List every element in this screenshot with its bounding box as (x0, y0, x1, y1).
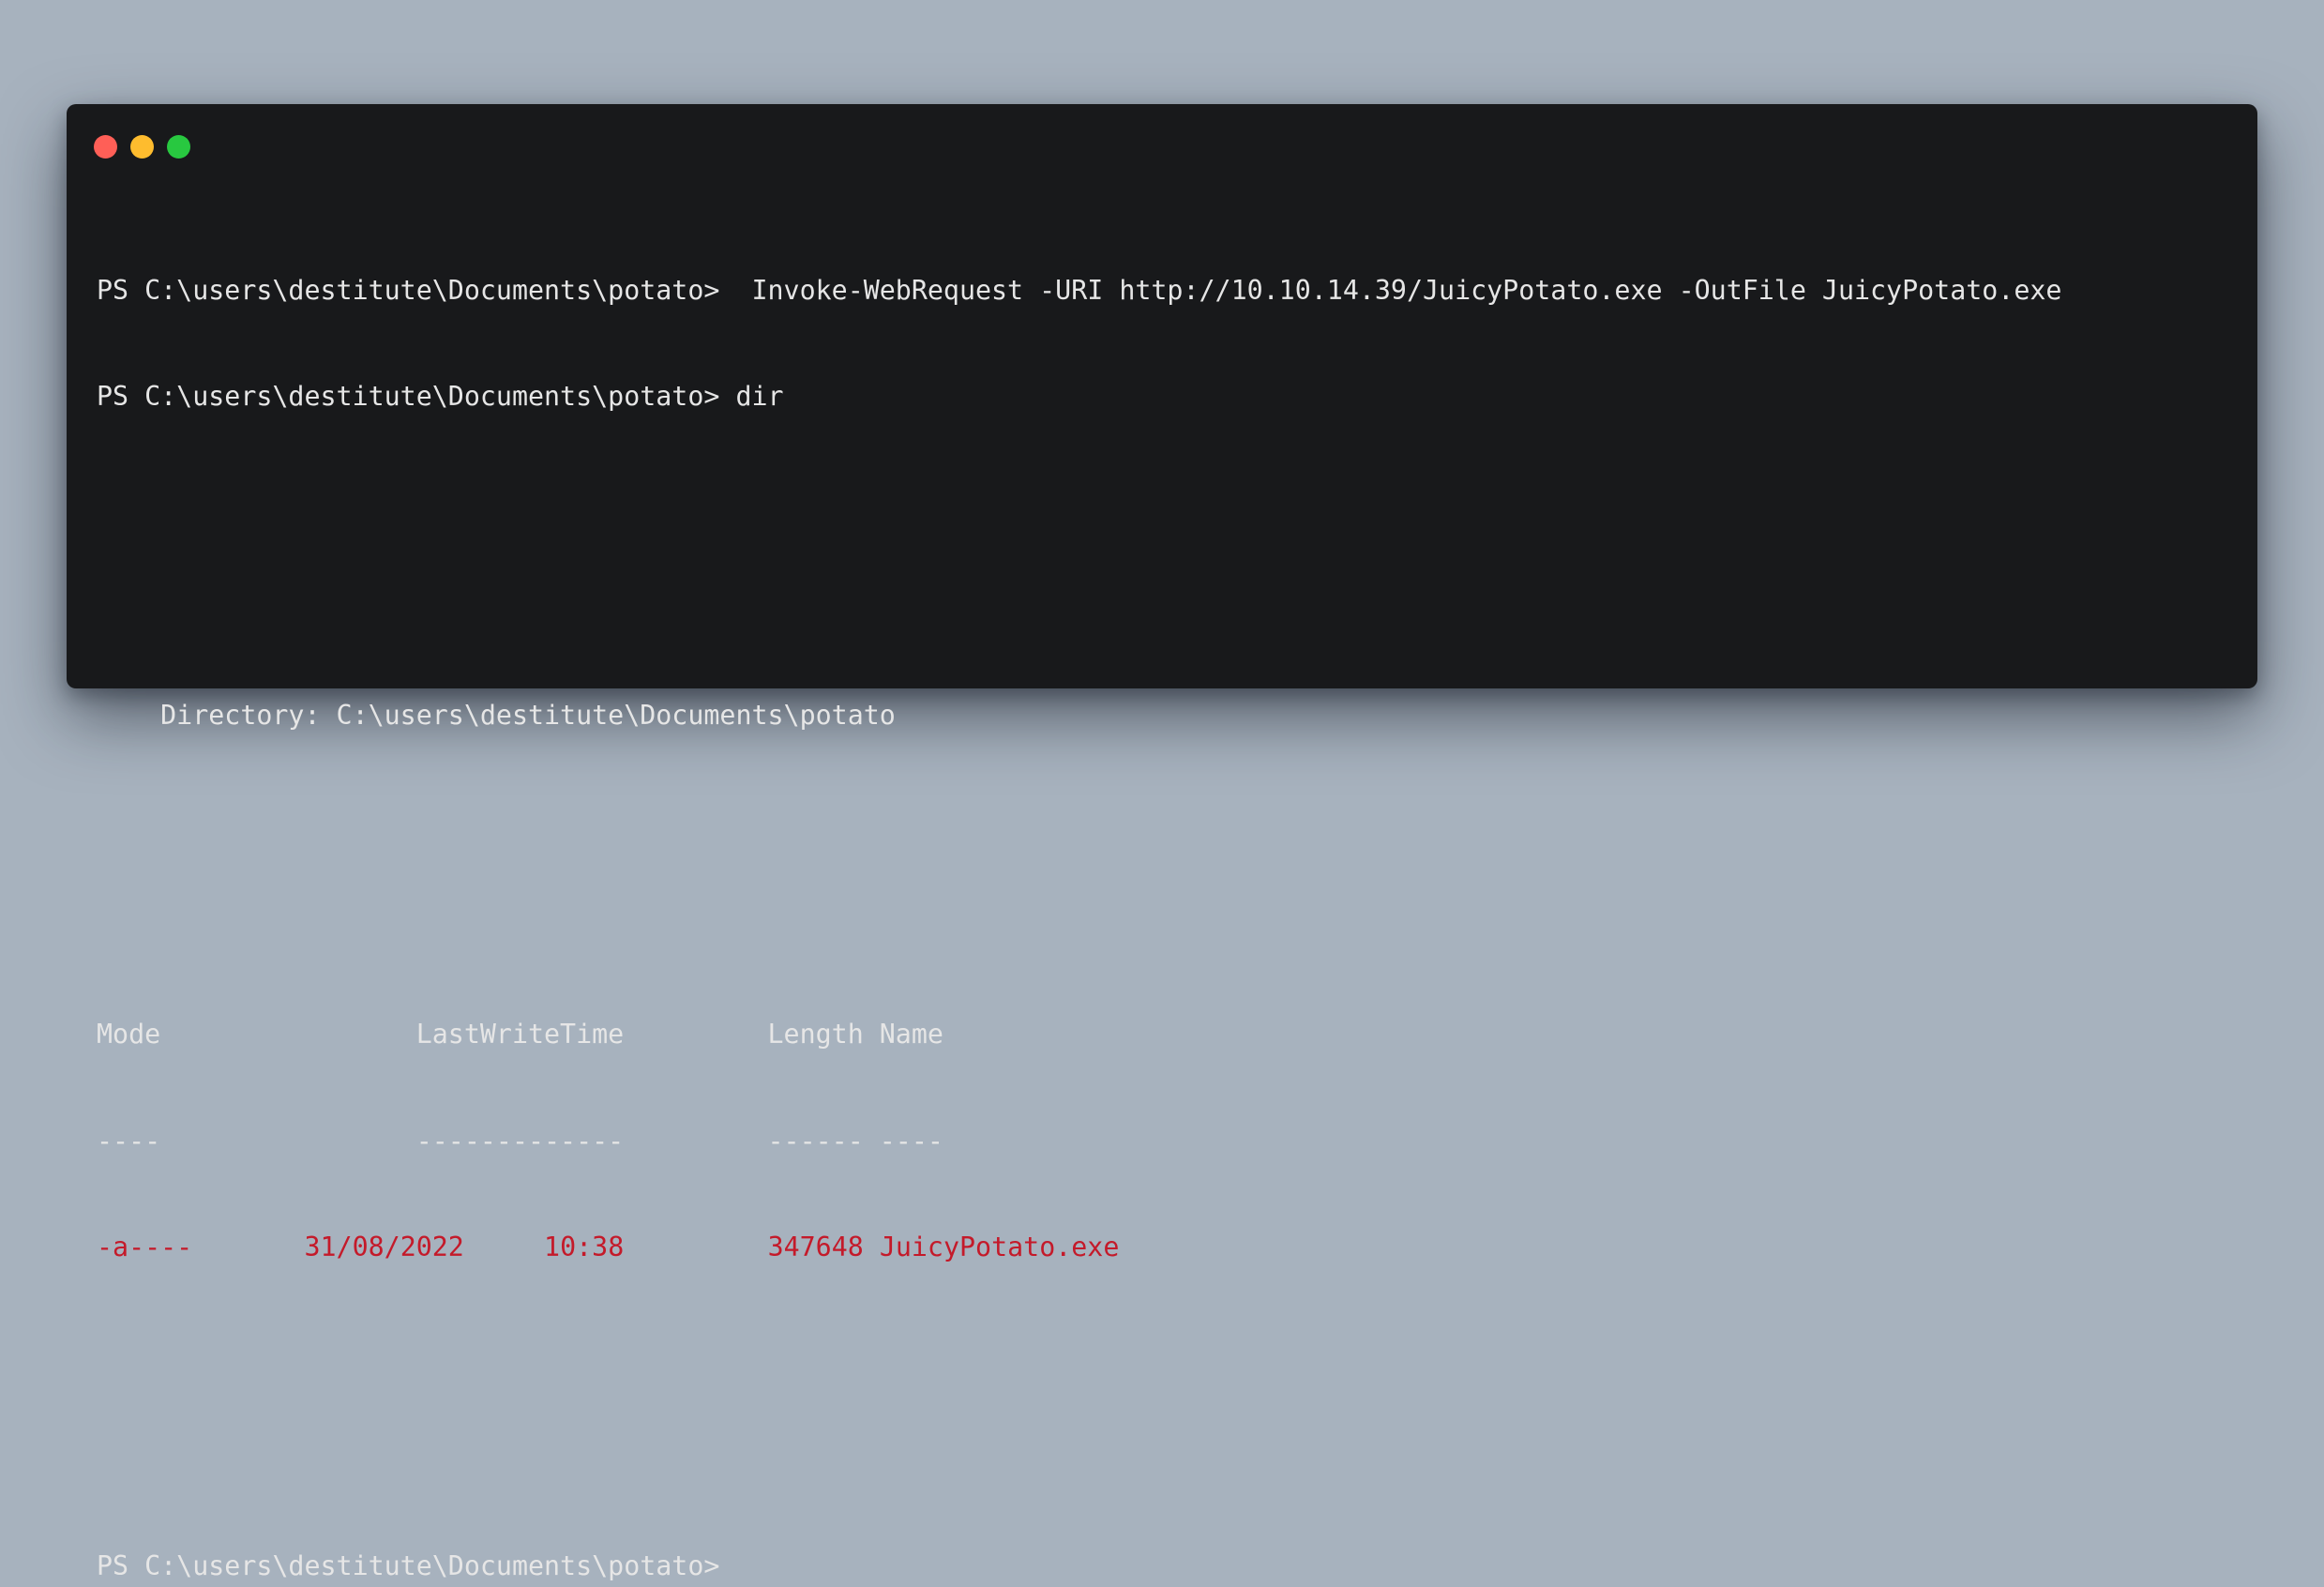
directory-label: Directory: C:\users\destitute\Documents\… (97, 700, 896, 732)
terminal-window: PS C:\users\destitute\Documents\potato> … (67, 104, 2257, 1581)
final-prompt[interactable]: PS C:\users\destitute\Documents\potato> (97, 1549, 2229, 1584)
zoom-window-icon[interactable] (167, 135, 190, 159)
listing-header: Mode LastWriteTime Length Name (97, 1019, 943, 1050)
close-window-icon[interactable] (94, 135, 117, 159)
file-name: JuicyPotato.exe (879, 1232, 1120, 1263)
command-line-download: PS C:\users\destitute\Documents\potato> … (97, 274, 2062, 306)
command-line-dir: PS C:\users\destitute\Documents\potato> … (97, 380, 784, 412)
file-length: 347648 (767, 1232, 864, 1263)
file-time: 10:38 (544, 1232, 625, 1263)
file-row: -a---- 31/08/2022 10:38 347648 JuicyPota… (97, 1230, 2229, 1265)
terminal-output[interactable]: PS C:\users\destitute\Documents\potato> … (97, 202, 2229, 1587)
window-controls (94, 135, 190, 159)
file-date: 31/08/2022 (304, 1232, 464, 1263)
listing-separator: ---- ------------- ------ ---- (97, 1125, 943, 1156)
minimize-window-icon[interactable] (130, 135, 154, 159)
file-mode: -a---- (97, 1232, 193, 1263)
